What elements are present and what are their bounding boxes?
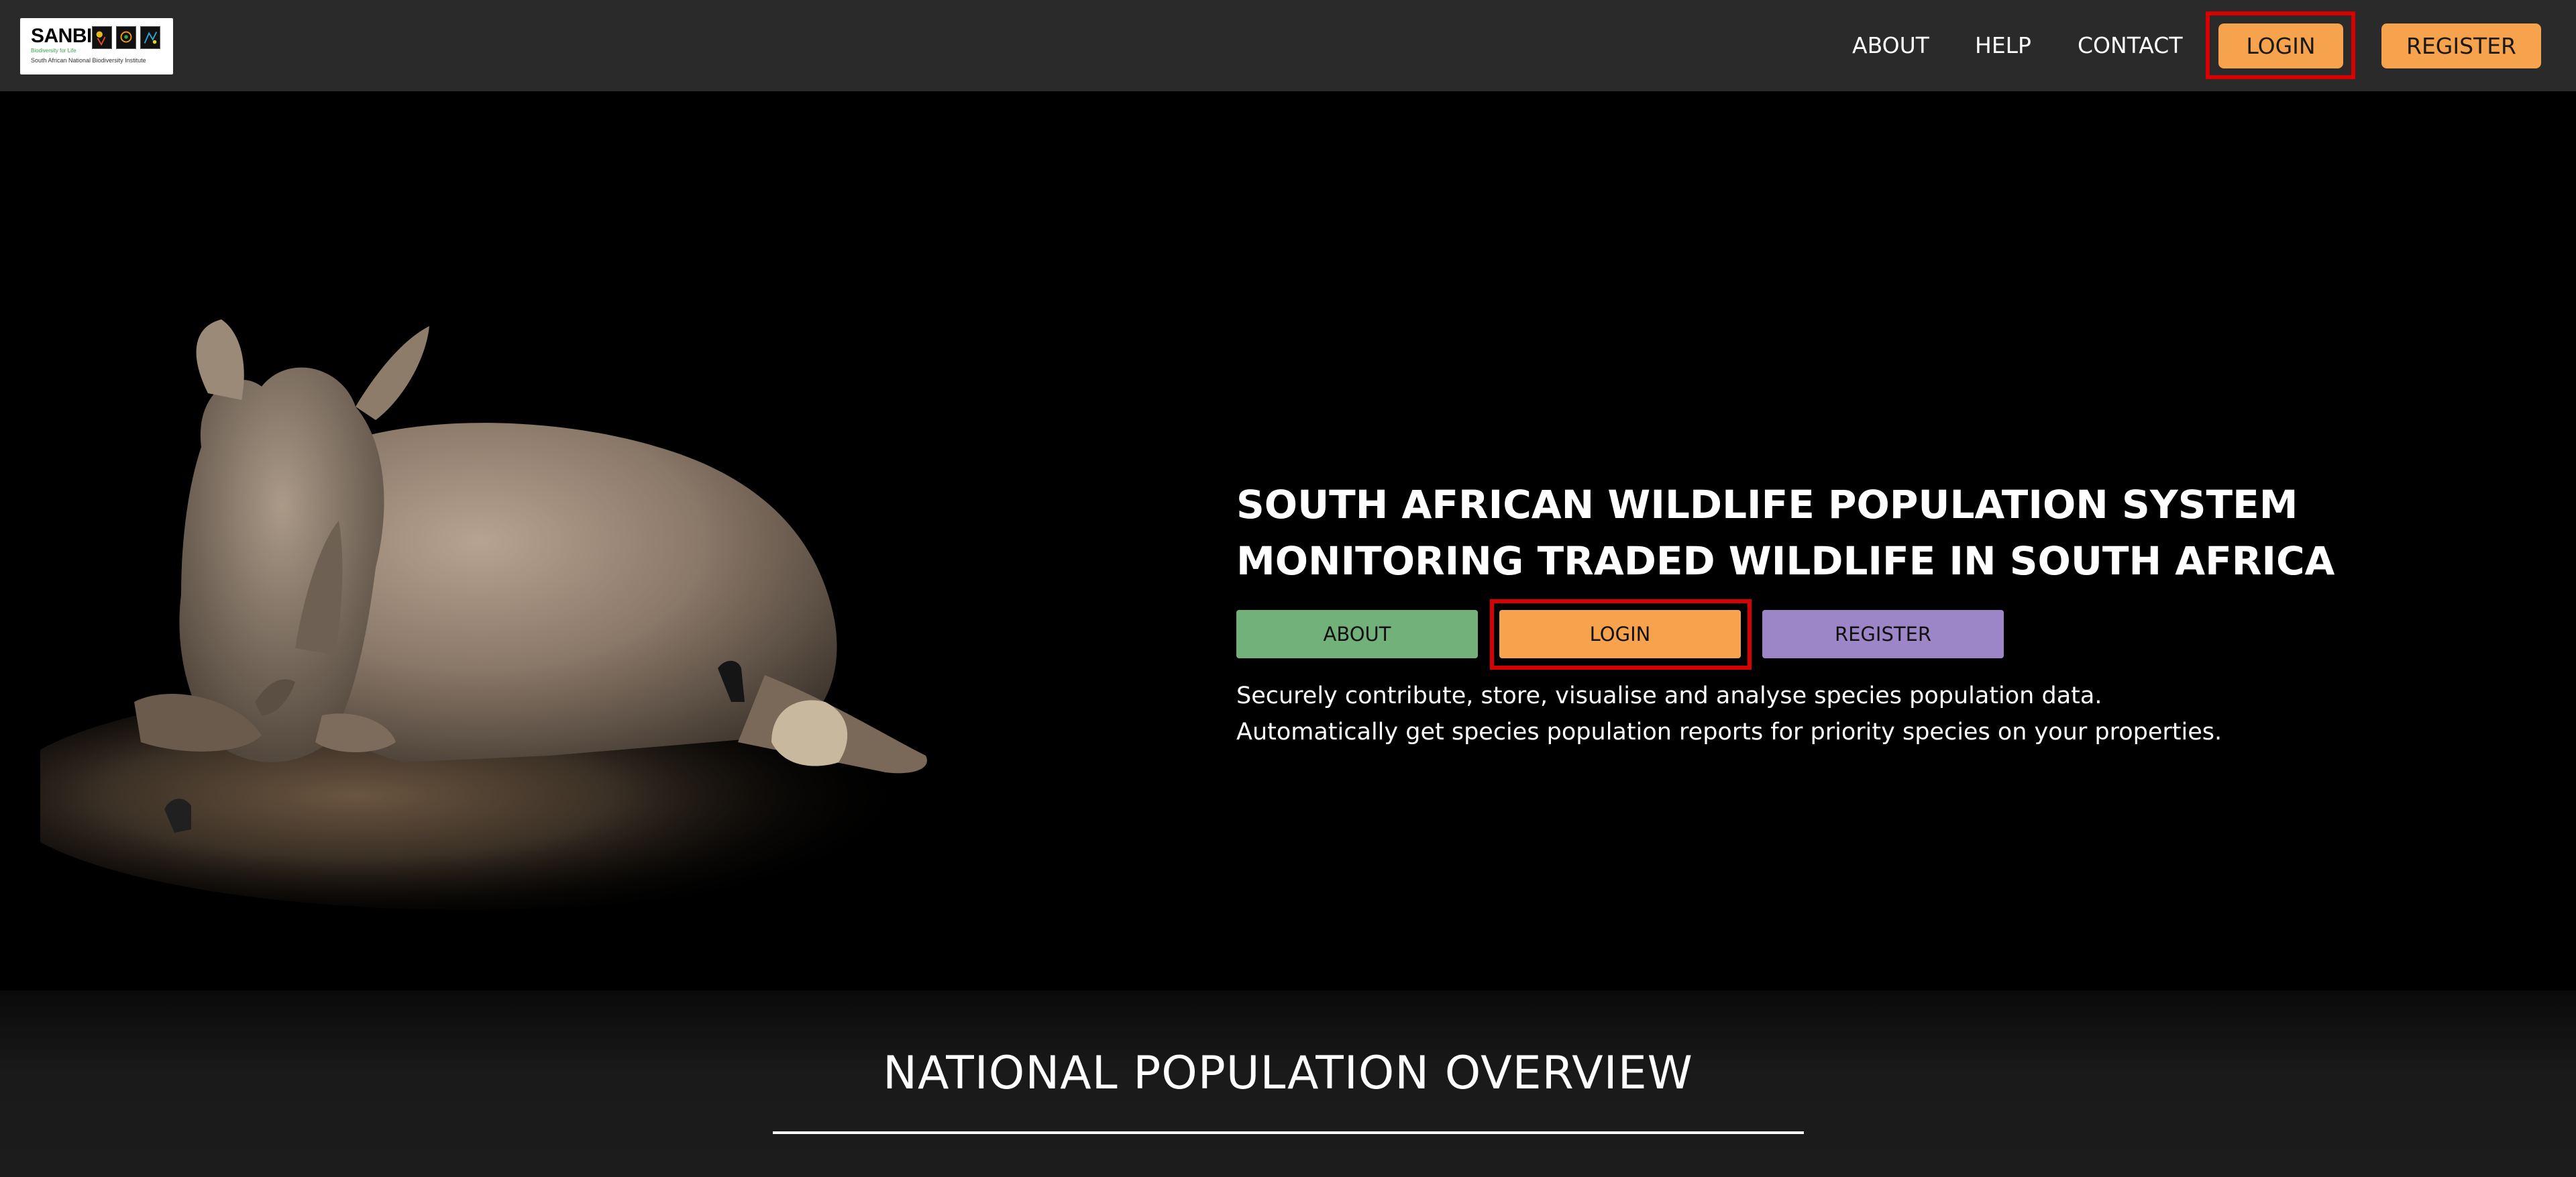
logo-name: SANBI bbox=[31, 25, 92, 47]
top-navbar: SANBI Biodiversity for Life South Africa… bbox=[0, 0, 2576, 91]
overview-divider bbox=[773, 1131, 1804, 1134]
logo-tile-icon bbox=[92, 26, 112, 49]
hero-register-button[interactable]: REGISTER bbox=[1762, 610, 2004, 658]
logo-tagline: Biodiversity for Life bbox=[31, 48, 76, 54]
logo-tile-icon bbox=[140, 26, 160, 49]
hero-title: SOUTH AFRICAN WILDLIFE POPULATION SYSTEM… bbox=[1236, 476, 2335, 589]
hero-title-line2: MONITORING TRADED WILDLIFE IN SOUTH AFRI… bbox=[1236, 538, 2335, 584]
sanbi-logo[interactable]: SANBI Biodiversity for Life South Africa… bbox=[20, 18, 173, 74]
hero-description: Securely contribute, store, visualise an… bbox=[1236, 682, 2222, 746]
logo-subtitle: South African National Biodiversity Inst… bbox=[31, 57, 146, 64]
hero-login-button[interactable]: LOGIN bbox=[1499, 610, 1741, 658]
hero-title-line1: SOUTH AFRICAN WILDLIFE POPULATION SYSTEM bbox=[1236, 482, 2298, 527]
overview-title: NATIONAL POPULATION OVERVIEW bbox=[883, 1047, 1693, 1100]
population-overview-section: NATIONAL POPULATION OVERVIEW bbox=[0, 990, 2576, 1177]
hero-section: SOUTH AFRICAN WILDLIFE POPULATION SYSTEM… bbox=[0, 91, 2576, 990]
nav-contact-link[interactable]: CONTACT bbox=[2078, 30, 2183, 62]
nav-about-link[interactable]: ABOUT bbox=[1852, 30, 1929, 62]
nav-register-button[interactable]: REGISTER bbox=[2381, 23, 2541, 68]
nav-login-button[interactable]: LOGIN bbox=[2218, 23, 2343, 68]
nav-help-link[interactable]: HELP bbox=[1975, 30, 2031, 62]
rhino-hero-image bbox=[40, 319, 939, 910]
logo-tile-icon bbox=[116, 26, 136, 49]
hero-about-button[interactable]: ABOUT bbox=[1236, 610, 1478, 658]
